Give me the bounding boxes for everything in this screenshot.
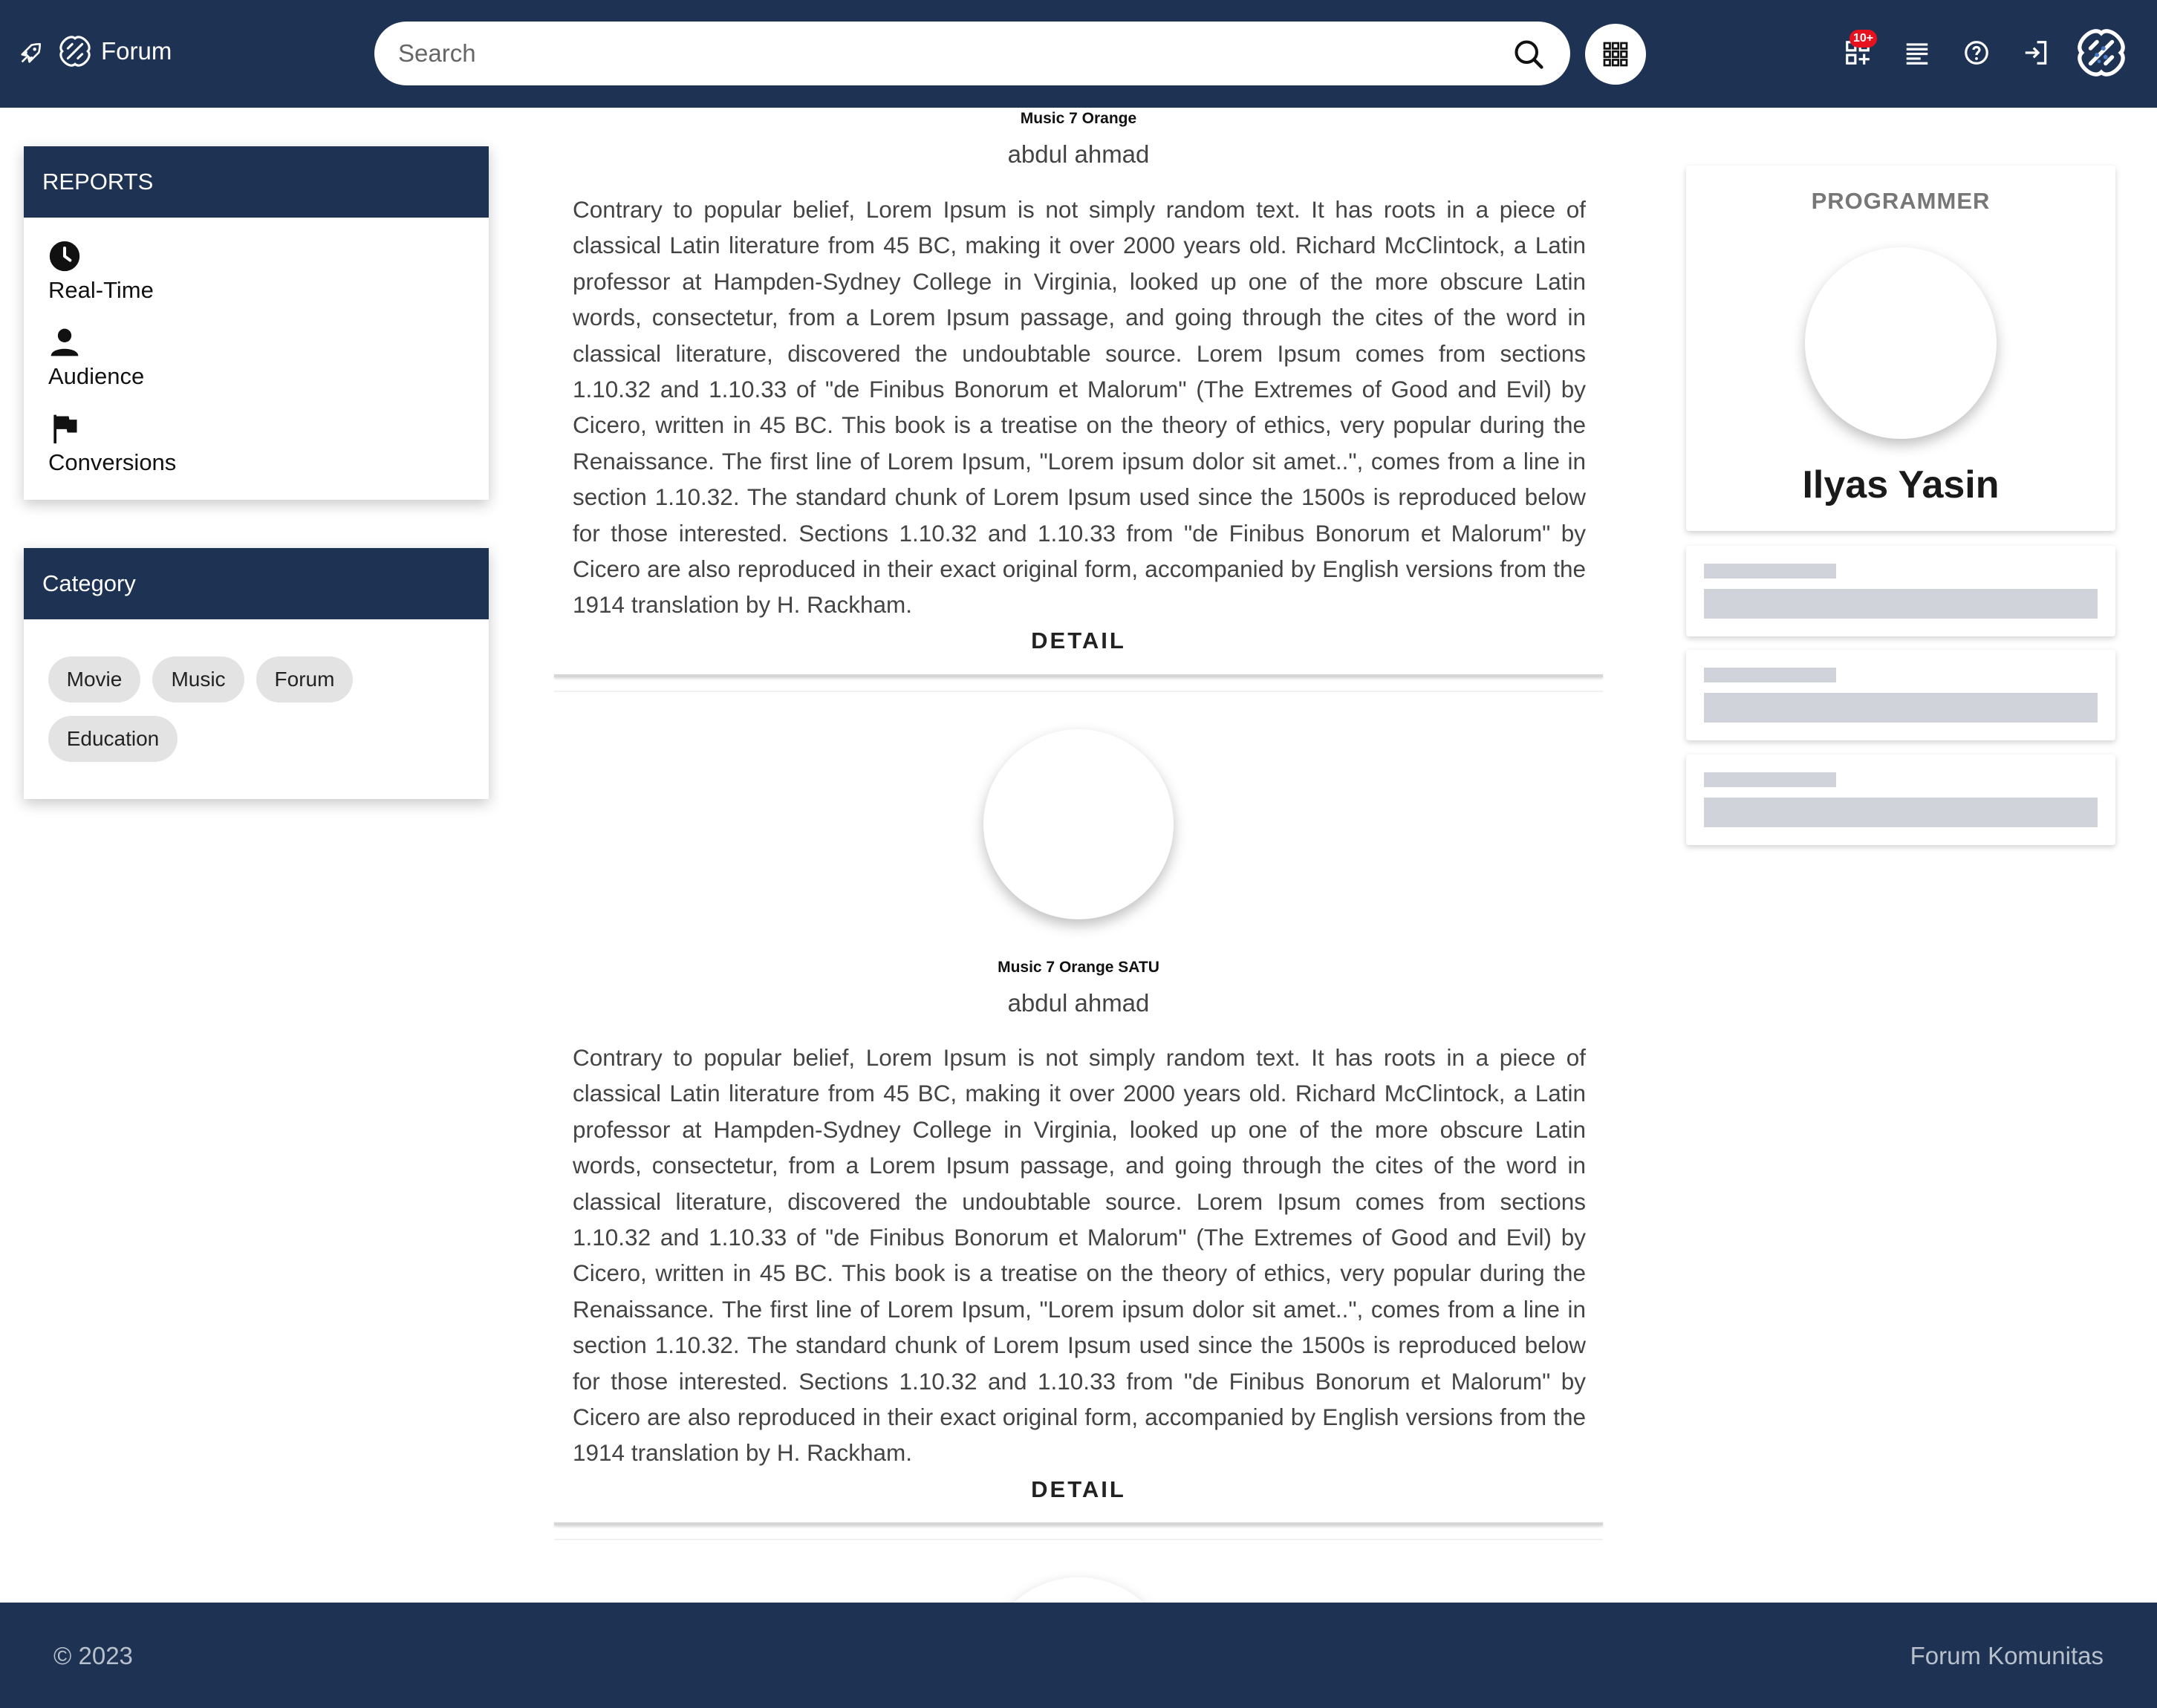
- report-item-real-time[interactable]: Real-Time: [48, 240, 154, 304]
- post-divider: [554, 1539, 1603, 1540]
- post-body: Contrary to popular belief, Lorem Ipsum …: [573, 196, 1586, 619]
- category-title: Category: [24, 548, 489, 619]
- top-navbar: Forum 10+: [0, 0, 2157, 108]
- brand-logo-icon[interactable]: [58, 34, 92, 68]
- category-chip-forum[interactable]: Forum: [256, 656, 353, 703]
- report-item-label: Audience: [48, 363, 145, 389]
- reports-title: REPORTS: [24, 146, 489, 218]
- profile-avatar[interactable]: [1805, 247, 1997, 439]
- post-subtitle: Music 7 Orange: [1020, 110, 1137, 127]
- profile-role: PROGRAMMER: [1811, 188, 1991, 214]
- category-card: Category Movie Music Forum Education: [24, 548, 489, 799]
- footer-copyright: © 2023: [53, 1642, 133, 1669]
- footer-site-name[interactable]: Forum Komunitas: [1910, 1642, 2104, 1670]
- search-icon[interactable]: [1512, 38, 1545, 71]
- search-input[interactable]: [398, 22, 1483, 85]
- report-item-label: Conversions: [48, 449, 177, 475]
- apps-grid-button[interactable]: [1585, 24, 1646, 85]
- post-body: Contrary to popular belief, Lorem Ipsum …: [573, 1044, 1586, 1467]
- post-avatar[interactable]: [983, 729, 1174, 919]
- post-author[interactable]: abdul ahmad: [554, 140, 1603, 169]
- clock-icon: [49, 241, 80, 272]
- report-item-conversions[interactable]: Conversions: [48, 412, 176, 476]
- help-icon[interactable]: [1962, 39, 1991, 67]
- post-subtitle: Music 7 Orange SATU: [998, 959, 1159, 976]
- skeleton-card: [1686, 754, 2115, 845]
- grid-icon: [1603, 42, 1628, 67]
- flag-icon: [53, 414, 77, 444]
- user-avatar-logo-icon[interactable]: [2075, 27, 2127, 79]
- post-detail-button[interactable]: DETAIL: [554, 628, 1603, 654]
- profile-name: Ilyas Yasin: [1802, 463, 2000, 506]
- category-chip-education[interactable]: Education: [48, 716, 178, 762]
- post-divider: [554, 1522, 1603, 1525]
- profile-card: PROGRAMMER Ilyas Yasin: [1686, 166, 2115, 531]
- footer: © 2023 Forum Komunitas: [0, 1603, 2157, 1708]
- category-chip-music[interactable]: Music: [152, 656, 244, 703]
- post-divider: [554, 691, 1603, 692]
- rocket-icon[interactable]: [18, 41, 43, 66]
- skeleton-card: [1686, 650, 2115, 740]
- brand-name[interactable]: Forum: [101, 37, 172, 65]
- list-icon[interactable]: [1903, 39, 1931, 67]
- person-icon: [51, 328, 79, 356]
- reports-card: REPORTS Real-Time Audience Conversions: [24, 146, 489, 500]
- report-item-label: Real-Time: [48, 277, 154, 303]
- category-chip-movie[interactable]: Movie: [48, 656, 140, 703]
- post-author[interactable]: abdul ahmad: [554, 989, 1603, 1017]
- notification-badge: 10+: [1849, 30, 1878, 48]
- post-detail-button[interactable]: DETAIL: [554, 1476, 1603, 1503]
- logout-icon[interactable]: [2022, 39, 2050, 67]
- report-item-audience[interactable]: Audience: [48, 326, 144, 390]
- post-divider: [554, 674, 1603, 677]
- skeleton-card: [1686, 546, 2115, 636]
- search-bar: [374, 22, 1570, 85]
